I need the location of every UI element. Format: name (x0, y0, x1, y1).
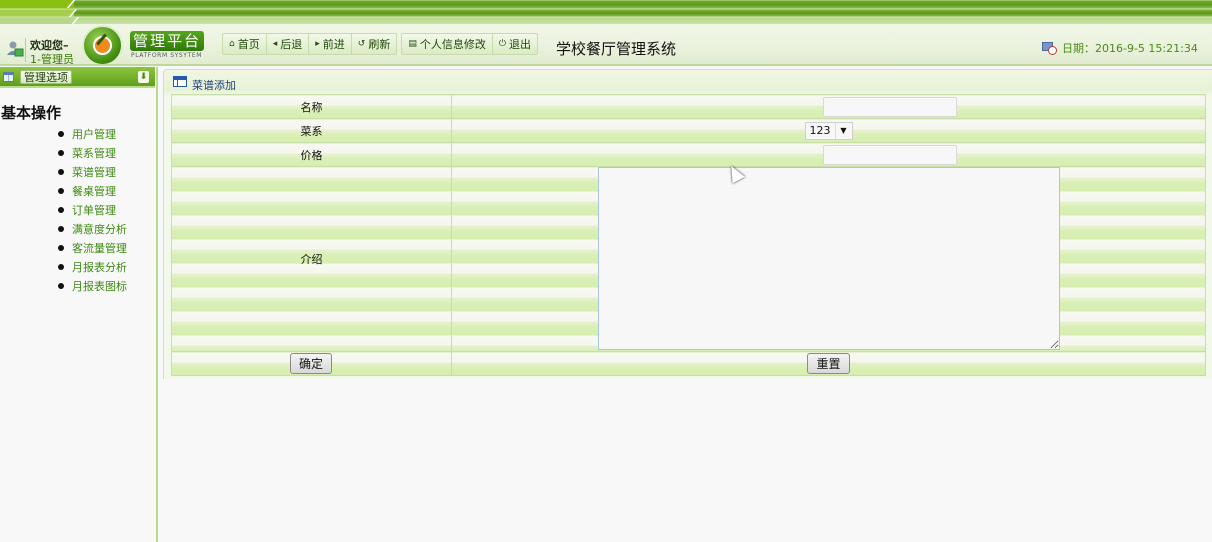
nav-forward-button[interactable]: ▸ 前进 (309, 34, 352, 54)
welcome-separator (25, 38, 26, 62)
bullet-icon (58, 225, 64, 232)
name-input[interactable] (823, 96, 957, 117)
back-icon: ◂ (272, 39, 278, 49)
sidebar-item-monthly-report-analysis[interactable]: 月报表分析 (58, 257, 127, 276)
confirm-cell: 确定 (171, 351, 452, 376)
sidebar-item-label: 满意度分析 (72, 222, 127, 236)
form-row-price: 价格 (171, 142, 1206, 167)
system-title: 学校餐厅管理系统 (556, 40, 677, 58)
form-row-intro: 介绍 (171, 166, 1206, 352)
nav-refresh-label: 刷新 (368, 38, 391, 51)
sidebar-item-satisfaction-analysis[interactable]: 满意度分析 (58, 219, 127, 238)
sidebar-title[interactable]: 管理选项 (20, 70, 72, 84)
cuisine-label: 菜系 (171, 118, 452, 143)
nav-group-account: ▤ 个人信息修改 ⏻ 退出 (401, 33, 538, 55)
intro-label: 介绍 (171, 166, 452, 352)
sidebar: 管理选项 ⬇ 基本操作 用户管理 菜系管理 菜谱管理 餐桌管理 订单管理 满意度… (0, 67, 157, 542)
collapse-arrow-icon[interactable]: ⬇ (138, 71, 149, 83)
profile-edit-icon: ▤ (408, 39, 417, 49)
nav-home-label: 首页 (237, 38, 260, 51)
name-label: 名称 (171, 94, 452, 119)
header-stripes-left (0, 0, 74, 24)
clock-icon (1042, 42, 1057, 55)
header-stripes (0, 0, 1212, 24)
form-row-name: 名称 (171, 94, 1206, 119)
cuisine-select[interactable]: 123 ▼ (804, 121, 853, 140)
name-field-cell (451, 94, 1206, 119)
sidebar-item-order-management[interactable]: 订单管理 (58, 200, 127, 219)
nav-logout-button[interactable]: ⏻ 退出 (493, 34, 537, 54)
sidebar-item-label: 客流量管理 (72, 241, 127, 255)
nav-group-browse: ⌂ 首页 ◂ 后退 ▸ 前进 ↺ 刷新 (222, 33, 398, 55)
cuisine-field-cell: 123 ▼ (451, 118, 1206, 143)
logo-title: 管理平台 (130, 31, 204, 51)
nav-forward-label: 前进 (322, 38, 345, 51)
top-nav: ⌂ 首页 ◂ 后退 ▸ 前进 ↺ 刷新 ▤ 个人信息修改 ⏻ 退出 (222, 33, 542, 55)
intro-field-cell (451, 166, 1206, 352)
nav-back-label: 后退 (280, 38, 303, 51)
reset-button[interactable]: 重置 (807, 353, 850, 374)
sidebar-item-monthly-report-chart[interactable]: 月报表图标 (58, 276, 127, 295)
sidebar-divider[interactable] (156, 67, 158, 542)
bullet-icon (58, 263, 64, 270)
top-header: 欢迎您– 1-管理员 管理平台 PLATFORM SYSYTEM ⌂ 首页 ◂ … (0, 0, 1212, 66)
sidebar-item-label: 餐桌管理 (72, 184, 116, 198)
sidebar-item-cuisine-management[interactable]: 菜系管理 (58, 143, 127, 162)
sidebar-item-label: 月报表分析 (72, 260, 127, 274)
sidebar-item-label: 月报表图标 (72, 279, 127, 293)
price-field-cell (451, 142, 1206, 167)
bullet-icon (58, 168, 64, 175)
form-row-cuisine: 菜系 123 ▼ (171, 118, 1206, 143)
sidebar-item-label: 订单管理 (72, 203, 116, 217)
date-text: 日期：2016-9-5 15:21:34 (1062, 42, 1198, 55)
sidebar-item-label: 菜谱管理 (72, 165, 116, 179)
cuisine-select-value: 123 (806, 122, 836, 139)
intro-textarea[interactable] (598, 167, 1060, 350)
form-row-actions: 确定 重置 (171, 351, 1206, 376)
reset-cell: 重置 (451, 351, 1206, 376)
nav-logout-label: 退出 (508, 38, 531, 51)
date-display: 日期：2016-9-5 15:21:34 (1042, 40, 1198, 56)
refresh-icon: ↺ (357, 39, 366, 49)
bullet-icon (58, 149, 64, 156)
sidebar-item-recipe-management[interactable]: 菜谱管理 (58, 162, 127, 181)
sidebar-section-title: 基本操作 (1, 104, 62, 122)
header-bottom-border (0, 64, 1212, 66)
sidebar-item-label: 用户管理 (72, 127, 116, 141)
bullet-icon (58, 282, 64, 289)
sidebar-item-traffic-management[interactable]: 客流量管理 (58, 238, 127, 257)
nav-refresh-button[interactable]: ↺ 刷新 (352, 34, 397, 54)
user-icon (7, 41, 24, 57)
recipe-add-form: 名称 菜系 123 ▼ 价格 介绍 确定 重置 (171, 94, 1206, 376)
sidebar-item-table-management[interactable]: 餐桌管理 (58, 181, 127, 200)
nav-profile-edit-label: 个人信息修改 (419, 38, 486, 51)
bullet-icon (58, 244, 64, 251)
sidebar-header: 管理选项 ⬇ (0, 67, 155, 88)
grid-icon (3, 72, 14, 82)
logo-subtitle: PLATFORM SYSYTEM (131, 52, 203, 59)
bullet-icon (58, 187, 64, 194)
nav-home-button[interactable]: ⌂ 首页 (223, 34, 267, 54)
price-input[interactable] (823, 144, 957, 165)
forward-icon: ▸ (315, 39, 320, 49)
logo-gauge-icon (82, 25, 123, 66)
bullet-icon (58, 130, 64, 137)
bullet-icon (58, 206, 64, 213)
panel-title: 菜谱添加 (192, 79, 236, 92)
home-icon: ⌂ (229, 39, 235, 49)
table-icon (173, 76, 187, 87)
confirm-button[interactable]: 确定 (290, 353, 333, 374)
chevron-down-icon: ▼ (840, 126, 847, 135)
nav-back-button[interactable]: ◂ 后退 (267, 34, 310, 54)
power-icon: ⏻ (498, 39, 506, 49)
nav-profile-edit-button[interactable]: ▤ 个人信息修改 (402, 34, 493, 54)
sidebar-menu: 用户管理 菜系管理 菜谱管理 餐桌管理 订单管理 满意度分析 客流量管理 月报表… (58, 124, 127, 295)
price-label: 价格 (171, 142, 452, 167)
sidebar-item-user-management[interactable]: 用户管理 (58, 124, 127, 143)
sidebar-item-label: 菜系管理 (72, 146, 116, 160)
